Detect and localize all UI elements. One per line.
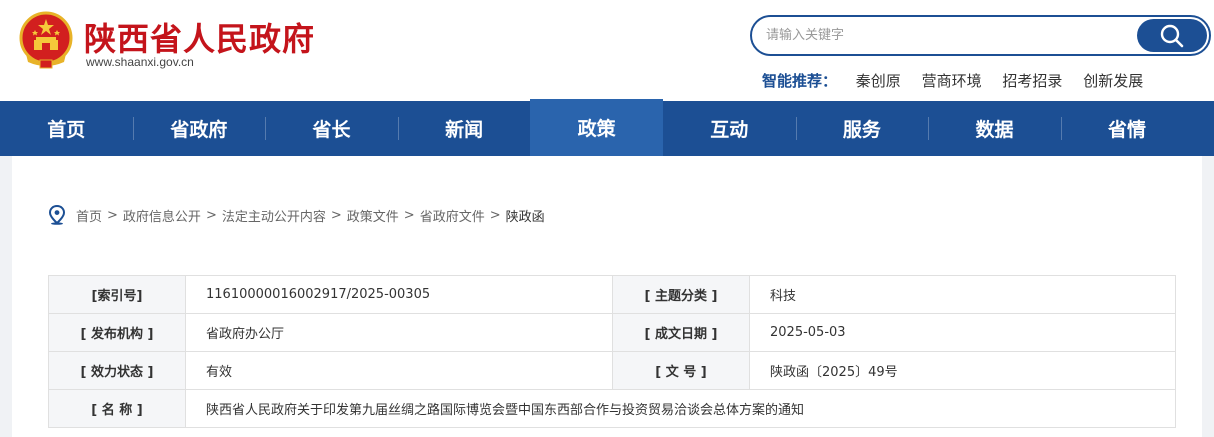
nav-data[interactable]: 数据: [928, 101, 1061, 156]
recommend-label: 智能推荐：: [762, 72, 838, 90]
recommend-item[interactable]: 营商环境: [922, 72, 982, 90]
nav-news[interactable]: 新闻: [397, 101, 531, 156]
breadcrumb-info-disclosure[interactable]: 政府信息公开: [123, 206, 201, 225]
nav-services[interactable]: 服务: [795, 101, 929, 156]
docno-label: [ 文 号 ]: [612, 351, 750, 390]
nav-policy[interactable]: 政策: [530, 99, 663, 156]
location-pin-icon: [48, 205, 66, 225]
site-header: 陕西省人民政府 www.shaanxi.gov.cn 智能推荐： 秦创原 营商环…: [0, 0, 1214, 101]
nav-province-info[interactable]: 省情: [1060, 101, 1194, 156]
breadcrumb-separator: >: [330, 207, 342, 223]
date-label: [ 成文日期 ]: [612, 313, 750, 352]
breadcrumb-separator: >: [107, 207, 118, 223]
topic-label: [ 主题分类 ]: [612, 275, 750, 314]
smart-recommend: 智能推荐： 秦创原 营商环境 招考招录 创新发展: [762, 70, 1159, 91]
main-nav: 首页 省政府 省长 新闻 政策 互动 服务 数据 省情: [0, 99, 1214, 156]
table-row: [ 发布机构 ] 省政府办公厅 [ 成文日期 ] 2025-05-03: [48, 313, 1176, 352]
issuer-label: [ 发布机构 ]: [48, 313, 186, 352]
index-label: [索引号]: [48, 275, 186, 314]
table-row: [ 名 称 ] 陕西省人民政府关于印发第九届丝绸之路国际博览会暨中国东西部合作与…: [48, 389, 1176, 428]
search-button[interactable]: [1137, 19, 1207, 52]
breadcrumb-separator: >: [489, 207, 501, 223]
nav-interaction[interactable]: 互动: [663, 101, 796, 156]
status-label: [ 效力状态 ]: [48, 351, 186, 390]
topic-value: 科技: [749, 275, 1176, 314]
search-icon: [1160, 24, 1184, 48]
site-url[interactable]: www.shaanxi.gov.cn: [86, 55, 194, 69]
status-value: 有效: [185, 351, 613, 390]
table-row: [ 效力状态 ] 有效 [ 文 号 ] 陕政函〔2025〕49号: [48, 351, 1176, 390]
nav-province-gov[interactable]: 省政府: [132, 101, 266, 156]
date-value: 2025-05-03: [749, 313, 1176, 352]
recommend-item[interactable]: 秦创原: [856, 72, 901, 90]
index-value: 11610000016002917/2025-00305: [185, 275, 613, 314]
docno-value: 陕政函〔2025〕49号: [749, 351, 1176, 390]
name-label: [ 名 称 ]: [48, 389, 186, 428]
search-input[interactable]: [766, 17, 1126, 54]
breadcrumb-separator: >: [403, 207, 415, 223]
recommend-item[interactable]: 招考招录: [1002, 72, 1062, 90]
nav-home[interactable]: 首页: [0, 101, 133, 156]
nav-governor[interactable]: 省长: [265, 101, 398, 156]
breadcrumb-home[interactable]: 首页: [76, 206, 102, 225]
table-row: [索引号] 11610000016002917/2025-00305 [ 主题分…: [48, 275, 1176, 314]
breadcrumb-statutory-content[interactable]: 法定主动公开内容: [222, 206, 326, 225]
breadcrumb: 首页 > 政府信息公开 > 法定主动公开内容 > 政策文件 > 省政府文件 > …: [48, 205, 545, 225]
breadcrumb-current[interactable]: 陕政函: [506, 206, 545, 225]
recommend-item[interactable]: 创新发展: [1083, 72, 1143, 90]
breadcrumb-province-docs[interactable]: 省政府文件: [420, 206, 485, 225]
breadcrumb-separator: >: [205, 207, 217, 223]
name-value: 陕西省人民政府关于印发第九届丝绸之路国际博览会暨中国东西部合作与投资贸易洽谈会总…: [185, 389, 1176, 428]
issuer-value: 省政府办公厅: [185, 313, 613, 352]
national-emblem-icon[interactable]: [18, 10, 74, 70]
site-title[interactable]: 陕西省人民政府: [84, 14, 315, 60]
breadcrumb-policy-docs[interactable]: 政策文件: [347, 206, 399, 225]
search-box: [750, 15, 1211, 56]
main-content: 首页 > 政府信息公开 > 法定主动公开内容 > 政策文件 > 省政府文件 > …: [12, 156, 1202, 437]
document-info-table: [索引号] 11610000016002917/2025-00305 [ 主题分…: [48, 275, 1176, 428]
